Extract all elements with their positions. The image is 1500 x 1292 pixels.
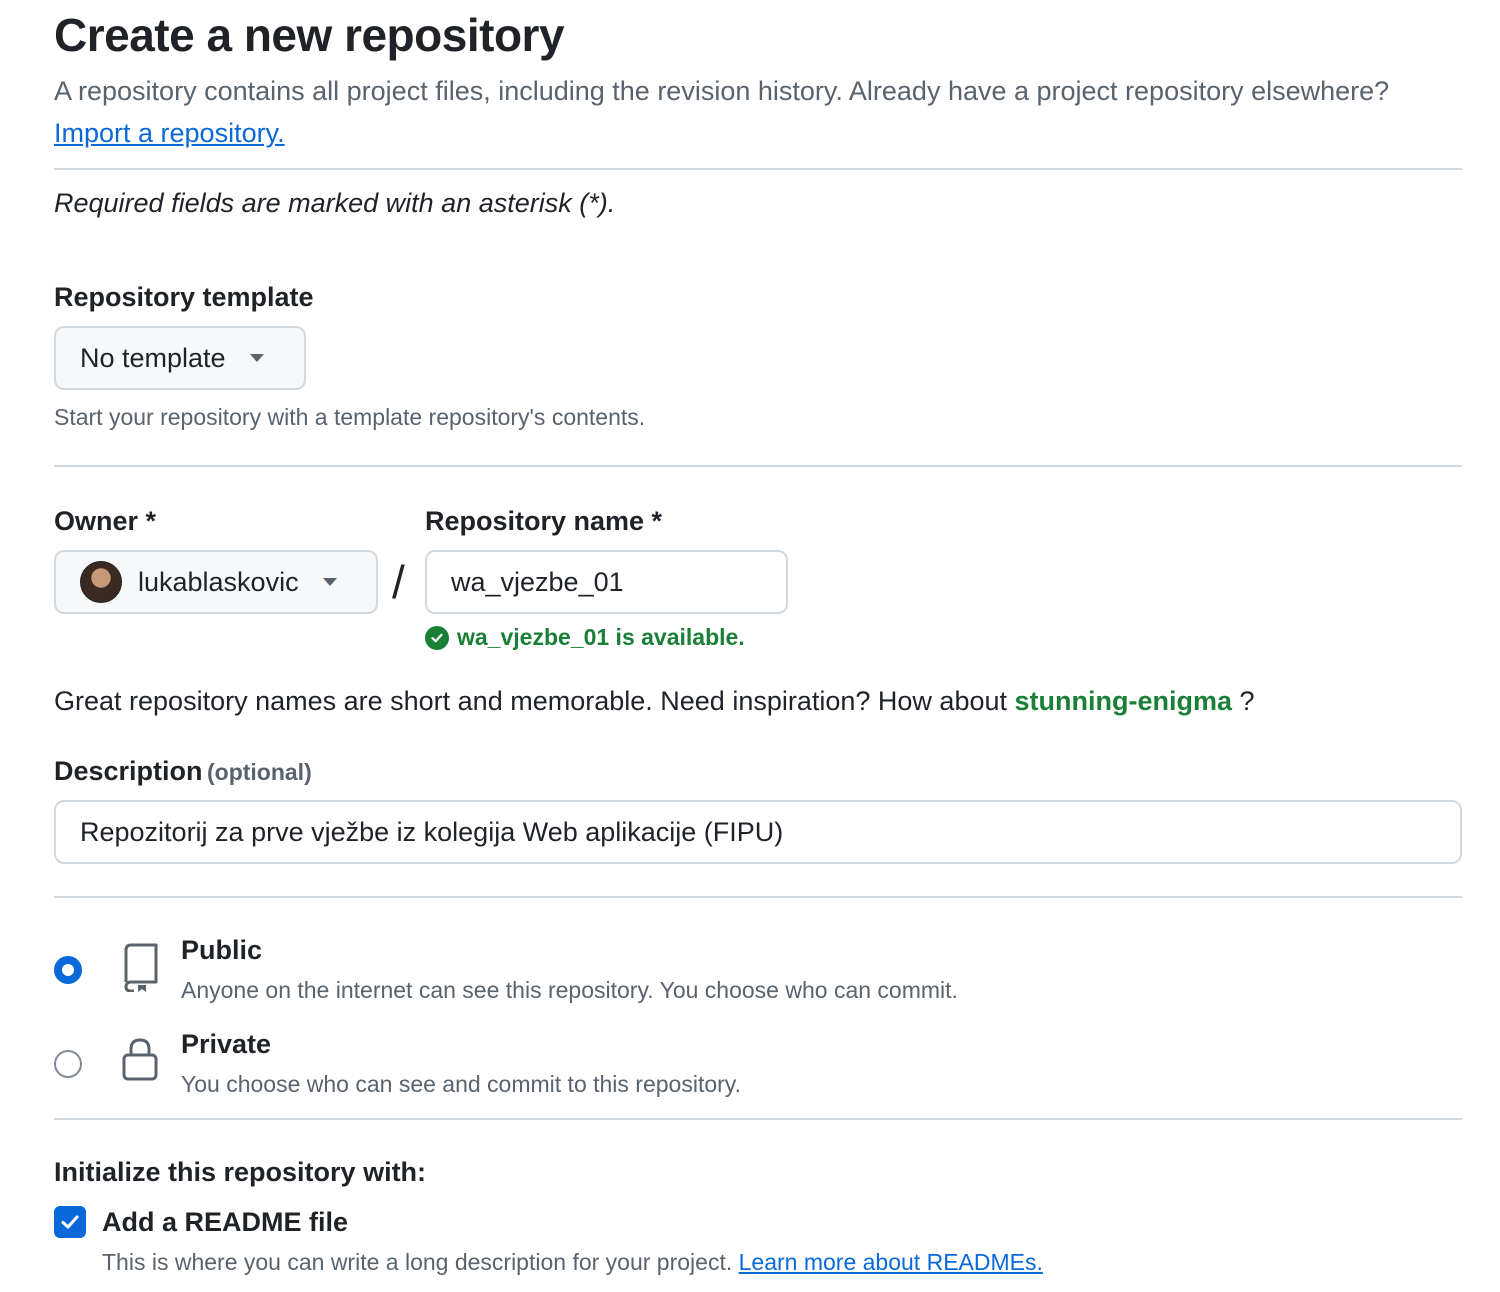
divider [54,168,1462,170]
add-readme-checkbox[interactable] [54,1206,86,1238]
description-label-row: Description (optional) [54,756,312,787]
template-label: Repository template [54,282,314,312]
check-circle-icon [425,625,449,650]
public-desc: Anyone on the internet can see this repo… [181,977,958,1003]
add-readme-label: Add a README file [102,1207,349,1237]
private-title: Private [181,1029,272,1059]
learn-readmes-link[interactable]: Learn more about READMEs. [739,1249,1043,1275]
name-suggestion: Great repository names are short and mem… [54,686,1255,717]
initialize-heading: Initialize this repository with: [54,1157,427,1187]
template-select-value: No template [80,342,226,373]
page-title: Create a new repository [54,9,565,61]
avatar [80,561,122,603]
divider [54,465,1462,467]
public-title: Public [181,935,263,965]
chevron-down-icon [322,578,337,586]
private-desc: You choose who can see and commit to thi… [181,1071,741,1097]
check-icon [61,1215,79,1229]
description-value: Repozitorij za prve vježbe iz kolegija W… [80,816,784,847]
repo-name-label: Repository name * [425,506,663,536]
suggestion-end: ? [1239,686,1255,716]
public-radio[interactable] [54,956,82,984]
repo-icon [120,942,160,997]
divider [54,1118,1462,1120]
description-input[interactable]: Repozitorij za prve vježbe iz kolegija W… [54,800,1462,864]
private-radio[interactable] [54,1050,82,1078]
suggested-name-link[interactable]: stunning-enigma [1015,686,1233,716]
lock-icon [120,1036,160,1091]
subtitle-text: A repository contains all project files,… [54,76,1390,106]
description-label: Description [54,756,203,786]
owner-select-value: lukablaskovic [138,566,299,597]
repo-name-input[interactable]: wa_vjezbe_01 [425,550,788,614]
optional-tag: (optional) [206,759,312,785]
page-subtitle: A repository contains all project files,… [54,70,1434,154]
owner-repo-separator: / [392,556,405,608]
template-select[interactable]: No template [54,326,306,390]
repo-name-value: wa_vjezbe_01 [451,566,624,597]
template-hint: Start your repository with a template re… [54,404,646,430]
divider [54,896,1462,898]
availability-text: wa_vjezbe_01 is available. [457,624,745,650]
required-fields-note: Required fields are marked with an aster… [54,188,616,218]
readme-desc: This is where you can write a long descr… [102,1249,1043,1276]
owner-label: Owner * [54,506,157,536]
owner-select[interactable]: lukablaskovic [54,550,378,614]
availability-status: wa_vjezbe_01 is available. [425,624,745,651]
chevron-down-icon [249,354,264,362]
readme-desc-text: This is where you can write a long descr… [102,1249,733,1275]
import-repository-link[interactable]: Import a repository. [54,118,285,148]
suggestion-text: Great repository names are short and mem… [54,686,1007,716]
